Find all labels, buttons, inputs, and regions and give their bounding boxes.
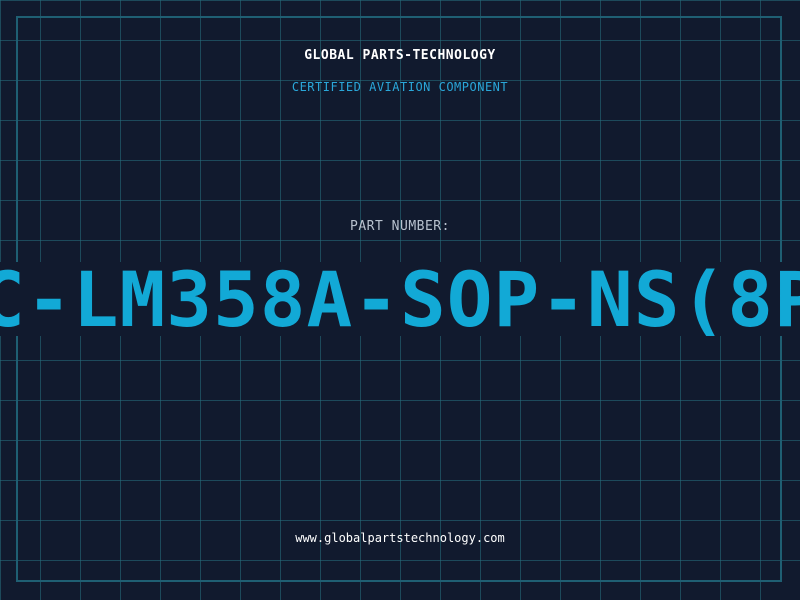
website-link[interactable]: www.globalpartstechnology.com bbox=[0, 531, 800, 545]
brand-tagline: CERTIFIED AVIATION COMPONENT bbox=[291, 80, 509, 94]
brand-name: GLOBAL PARTS-TECHNOLOGY bbox=[304, 48, 496, 63]
part-number-label: PART NUMBER: bbox=[350, 219, 450, 234]
part-number-band: IC-LM358A-SOP-NS(8P) bbox=[0, 262, 800, 336]
part-number-value: IC-LM358A-SOP-NS(8P) bbox=[0, 262, 800, 336]
